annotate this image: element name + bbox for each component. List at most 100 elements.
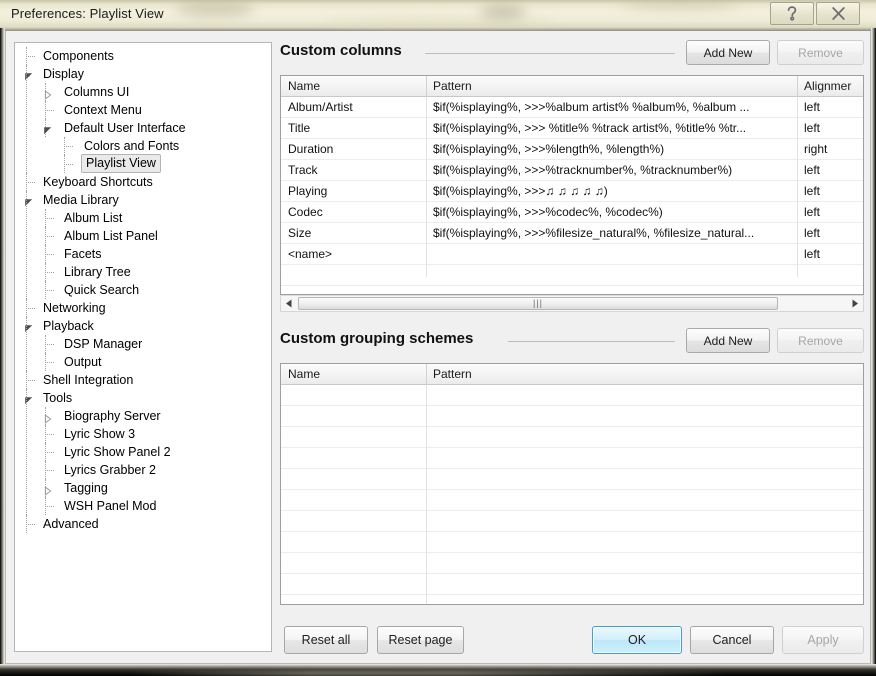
tree-item-label: Biography Server <box>64 409 161 423</box>
table-row[interactable] <box>281 385 863 406</box>
table-row[interactable]: <name> left <box>281 244 863 265</box>
table-cell-name: Track <box>288 163 318 177</box>
custom-columns-add-new-button[interactable]: Add New <box>686 40 770 65</box>
tree-item-playback[interactable]: Playback <box>15 317 271 335</box>
tree-item-label: Playlist View <box>81 154 161 173</box>
tree-item-label: Media Library <box>43 193 119 207</box>
table-row[interactable]: Codec $if(%isplaying%, >>>%codec%, %codec… <box>281 202 863 223</box>
custom-columns-horizontal-scrollbar[interactable]: ||| <box>280 295 864 312</box>
custom-columns-table-body[interactable]: Album/Artist $if(%isplaying%, >>>%album a… <box>281 97 863 286</box>
tree-item-columns-ui[interactable]: Columns UI <box>15 83 271 101</box>
tree-item-lyric-show-panel-2[interactable]: Lyric Show Panel 2 <box>15 443 271 461</box>
table-row[interactable] <box>281 427 863 448</box>
close-button[interactable] <box>816 2 860 25</box>
tree-item-components[interactable]: Components <box>15 47 271 65</box>
apply-button[interactable]: Apply <box>782 626 864 654</box>
table-row[interactable]: Track $if(%isplaying%, >>>%tracknumber%, … <box>281 160 863 181</box>
tree-item-networking[interactable]: Networking <box>15 299 271 317</box>
column-header[interactable]: Alignmer <box>797 76 863 96</box>
header-rule <box>508 341 675 342</box>
column-divider <box>797 97 798 277</box>
tree-item-lyric-show-3[interactable]: Lyric Show 3 <box>15 425 271 443</box>
custom-grouping-table-header: Name Pattern <box>281 364 863 385</box>
tree-item-advanced[interactable]: Advanced <box>15 515 271 533</box>
custom-columns-table[interactable]: Name Pattern Alignmer Album/Artist $if(%isp… <box>280 75 864 295</box>
table-cell-alignment: left <box>804 100 821 114</box>
tree-item-album-list[interactable]: Album List <box>15 209 271 227</box>
table-row[interactable] <box>281 511 863 532</box>
tree-item-context-menu[interactable]: Context Menu <box>15 101 271 119</box>
table-cell-pattern: $if(%isplaying%, >>>%filesize_natural%, … <box>433 226 755 240</box>
tree-item-library-tree[interactable]: Library Tree <box>15 263 271 281</box>
custom-grouping-table-body[interactable] <box>281 385 863 604</box>
table-row[interactable]: Album/Artist $if(%isplaying%, >>>%album a… <box>281 97 863 118</box>
tree-item-playlist-view[interactable]: Playlist View <box>15 154 271 173</box>
tree-item-lyrics-grabber-2[interactable]: Lyrics Grabber 2 <box>15 461 271 479</box>
tree-item-display[interactable]: Display <box>15 65 271 83</box>
desktop-blur-artifact <box>620 0 740 9</box>
table-row[interactable] <box>281 490 863 511</box>
tree-item-keyboard-shortcuts[interactable]: Keyboard Shortcuts <box>15 173 271 191</box>
table-cell-pattern <box>426 469 863 489</box>
settings-tree[interactable]: Components Display Columns UI Context Menu D… <box>14 42 272 652</box>
table-row[interactable]: Duration $if(%isplaying%, >>>%length%, %l… <box>281 139 863 160</box>
tree-item-label: Display <box>43 67 84 81</box>
custom-grouping-remove-button[interactable]: Remove <box>777 328 864 353</box>
tree-item-output[interactable]: Output <box>15 353 271 371</box>
desktop-blur-artifact <box>480 6 526 19</box>
table-row[interactable] <box>281 448 863 469</box>
column-header[interactable]: Pattern <box>426 364 863 384</box>
cancel-button[interactable]: Cancel <box>690 626 774 654</box>
tree-item-media-library[interactable]: Media Library <box>15 191 271 209</box>
table-row[interactable] <box>281 406 863 427</box>
custom-grouping-add-new-button[interactable]: Add New <box>686 328 770 353</box>
table-cell-name: Duration <box>288 142 334 156</box>
tree-guide-line <box>64 146 73 148</box>
scrollbar-thumb[interactable]: ||| <box>298 297 778 310</box>
column-header[interactable]: Pattern <box>426 76 797 96</box>
column-header[interactable]: Name <box>281 76 426 96</box>
tree-item-colors-and-fonts[interactable]: Colors and Fonts <box>15 137 271 155</box>
tree-item-tagging[interactable]: Tagging <box>15 479 271 497</box>
question-mark-icon <box>784 5 800 22</box>
tree-item-label: WSH Panel Mod <box>64 499 157 513</box>
custom-columns-remove-button[interactable]: Remove <box>777 40 864 65</box>
table-cell-name <box>281 532 426 552</box>
tree-guide-line <box>45 272 54 274</box>
window-bevel-right <box>871 28 876 673</box>
table-row[interactable]: Title $if(%isplaying%, >>> %title% %track… <box>281 118 863 139</box>
table-row[interactable] <box>281 553 863 574</box>
table-row[interactable]: Playing $if(%isplaying%, >>>♫ ♫ ♫ ♫ ♫) le… <box>281 181 863 202</box>
tree-item-quick-search[interactable]: Quick Search <box>15 281 271 299</box>
table-cell-name: Title <box>288 121 311 135</box>
table-row[interactable] <box>281 574 863 595</box>
column-divider[interactable] <box>797 76 798 97</box>
tree-item-default-user-interface[interactable]: Default User Interface <box>15 119 271 137</box>
tree-item-biography-server[interactable]: Biography Server <box>15 407 271 425</box>
tree-guide-line <box>45 110 54 112</box>
custom-grouping-table[interactable]: Name Pattern <box>280 363 864 605</box>
reset-all-button[interactable]: Reset all <box>284 626 368 654</box>
column-divider[interactable] <box>426 364 427 385</box>
tree-item-label: Output <box>64 355 102 369</box>
table-row[interactable] <box>281 469 863 490</box>
table-cell-alignment: left <box>804 247 821 261</box>
column-divider[interactable] <box>426 76 427 97</box>
column-divider <box>426 97 427 277</box>
reset-page-button[interactable]: Reset page <box>377 626 464 654</box>
scroll-right-arrow[interactable] <box>847 296 863 311</box>
column-header[interactable]: Name <box>281 364 426 384</box>
table-row[interactable] <box>281 595 863 604</box>
tree-item-dsp-manager[interactable]: DSP Manager <box>15 335 271 353</box>
tree-item-album-list-panel[interactable]: Album List Panel <box>15 227 271 245</box>
ok-button[interactable]: OK <box>592 626 682 654</box>
tree-item-facets[interactable]: Facets <box>15 245 271 263</box>
tree-item-shell-integration[interactable]: Shell Integration <box>15 371 271 389</box>
help-button[interactable] <box>770 2 814 25</box>
table-row[interactable]: Size $if(%isplaying%, >>>%filesize_natura… <box>281 223 863 244</box>
tree-item-wsh-panel-mod[interactable]: WSH Panel Mod <box>15 497 271 515</box>
table-row[interactable] <box>281 532 863 553</box>
table-row[interactable] <box>281 265 863 286</box>
scroll-left-arrow[interactable] <box>281 296 297 311</box>
tree-item-tools[interactable]: Tools <box>15 389 271 407</box>
